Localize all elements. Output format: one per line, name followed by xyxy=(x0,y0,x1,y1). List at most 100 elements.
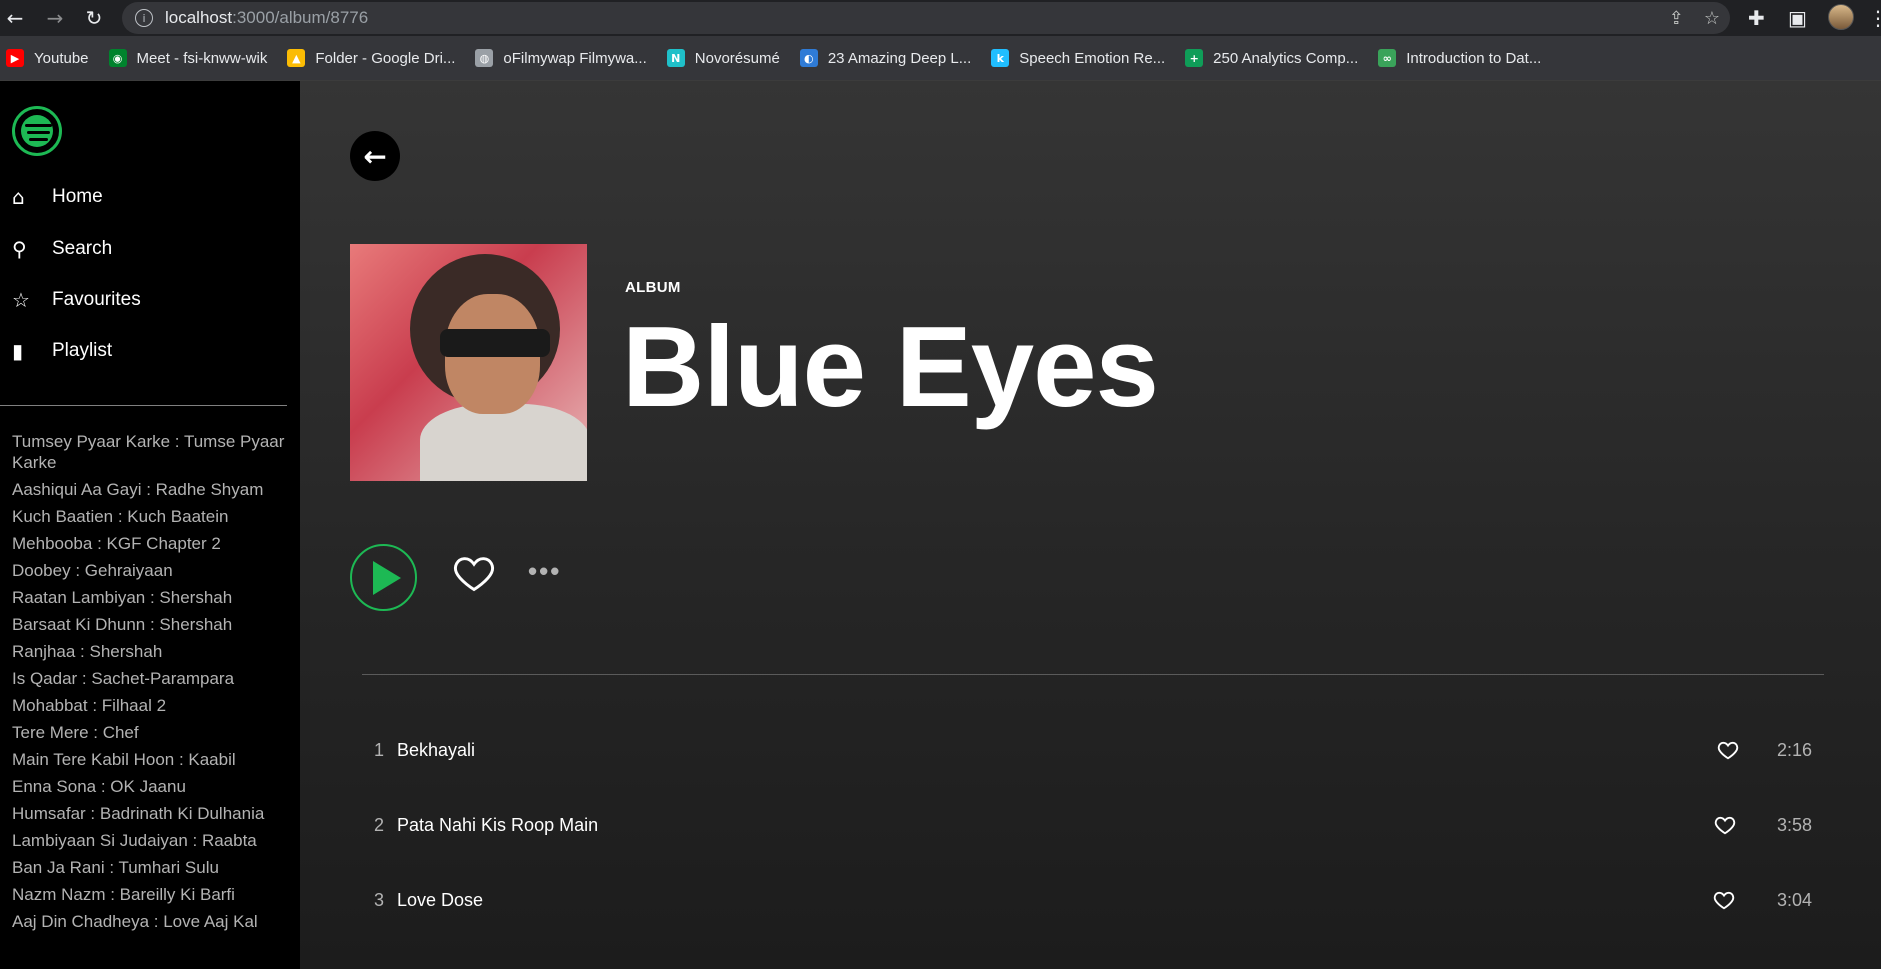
edge-icon: ◐ xyxy=(799,49,818,67)
sidebar-item-favourites[interactable]: ☆ Favourites xyxy=(12,288,141,312)
sidebar-song-item[interactable]: Barsaat Ki Dhunn : Shershah xyxy=(12,614,290,635)
more-options-icon[interactable]: ••• xyxy=(528,556,561,587)
sidebar-item-label: Home xyxy=(52,186,103,207)
sidebar-song-item[interactable]: Aashiqui Aa Gayi : Radhe Shyam xyxy=(12,479,290,500)
track-number: 3 xyxy=(374,889,385,910)
bookmark-label: Meet - fsi-knww-wik xyxy=(136,49,268,67)
bookmark-item[interactable]: ◉ Meet - fsi-knww-wik xyxy=(108,49,268,67)
address-bar[interactable]: i localhost:3000/album/8776 ⇪ ☆ xyxy=(122,2,1730,34)
sidebar-song-item[interactable]: Main Tere Kabil Hoon : Kaabil xyxy=(12,749,290,770)
bookmark-item[interactable]: ◐ 23 Amazing Deep L... xyxy=(799,49,971,67)
sidebar-song-item[interactable]: Mehbooba : KGF Chapter 2 xyxy=(12,533,290,554)
bookmark-label: Folder - Google Dri... xyxy=(315,49,456,67)
track-row[interactable]: 1 Bekhayali 2:16 xyxy=(362,730,1824,770)
album-title: Blue Eyes xyxy=(622,304,1159,431)
meet-icon: ◉ xyxy=(108,49,127,67)
forward-arrow-icon[interactable]: → xyxy=(40,3,70,33)
bookmark-label: Speech Emotion Re... xyxy=(1019,49,1166,67)
analytics-icon: ∞ xyxy=(1378,49,1397,67)
sidebar-item-home[interactable]: ⌂ Home xyxy=(12,185,103,209)
sidebar-song-item[interactable]: Lambiyaan Si Judaiyan : Raabta xyxy=(12,830,290,851)
bookmark-label: Introduction to Dat... xyxy=(1406,49,1542,67)
sheets-icon: + xyxy=(1185,49,1204,67)
play-icon xyxy=(372,560,401,595)
sidebar-song-item[interactable]: Ranjhaa : Shershah xyxy=(12,641,290,662)
bookmark-item[interactable]: ▶ Youtube xyxy=(6,49,89,67)
share-icon[interactable]: ⇪ xyxy=(1669,8,1684,29)
track-heart-icon[interactable] xyxy=(1714,814,1736,836)
search-icon: ⚲ xyxy=(12,237,27,261)
url-path: :3000/album/8776 xyxy=(232,8,369,27)
track-name: Pata Nahi Kis Roop Main xyxy=(397,814,599,835)
sidebar: ⌂ Home ⚲ Search ☆ Favourites ▮ Playlist Tumsey … xyxy=(0,81,300,969)
novoresume-icon: N xyxy=(666,49,685,67)
profile-avatar[interactable] xyxy=(1828,4,1854,30)
site-info-icon[interactable]: i xyxy=(135,9,153,27)
like-album-heart-icon[interactable] xyxy=(452,551,496,595)
back-button[interactable]: ← xyxy=(350,131,400,181)
album-type-label: ALBUM xyxy=(625,279,681,296)
sidebar-song-item[interactable]: Mohabbat : Filhaal 2 xyxy=(12,695,290,716)
bookmark-label: Youtube xyxy=(34,49,89,67)
tracklist-divider xyxy=(362,674,1824,675)
track-name: Love Dose xyxy=(397,889,484,910)
url-text[interactable]: localhost:3000/album/8776 xyxy=(165,8,368,28)
sidebar-item-label: Favourites xyxy=(52,289,141,310)
track-number: 2 xyxy=(374,814,385,835)
bookmark-star-icon[interactable]: ☆ xyxy=(1704,8,1720,29)
sidebar-item-label: Playlist xyxy=(52,340,113,361)
sidebar-song-item[interactable]: Aaj Din Chadheya : Love Aaj Kal xyxy=(12,911,290,932)
sidebar-divider xyxy=(0,405,287,406)
url-host: localhost xyxy=(165,8,233,27)
track-name: Bekhayali xyxy=(397,739,476,760)
sidebar-song-item[interactable]: Tere Mere : Chef xyxy=(12,722,290,743)
sidebar-song-item[interactable]: Nazm Nazm : Bareilly Ki Barfi xyxy=(12,884,290,905)
track-heart-icon[interactable] xyxy=(1717,739,1739,761)
sidebar-song-item[interactable]: Is Qadar : Sachet-Parampara xyxy=(12,668,290,689)
sidebar-song-item[interactable]: Humsafar : Badrinath Ki Dulhania xyxy=(12,803,290,824)
globe-icon: ◍ xyxy=(475,49,494,67)
drive-icon: ▲ xyxy=(287,49,306,67)
track-row[interactable]: 2 Pata Nahi Kis Roop Main 3:58 xyxy=(362,805,1824,845)
play-button[interactable] xyxy=(350,544,417,611)
book-icon: ▮ xyxy=(12,339,24,363)
bookmark-label: 250 Analytics Comp... xyxy=(1213,49,1359,67)
back-arrow-icon[interactable]: ← xyxy=(0,3,30,33)
youtube-icon: ▶ xyxy=(6,49,24,67)
reload-icon[interactable]: ↻ xyxy=(79,3,109,33)
sidebar-song-item[interactable]: Enna Sona : OK Jaanu xyxy=(12,776,290,797)
menu-kebab-icon[interactable]: ⋮ xyxy=(1868,6,1881,30)
sidebar-song-item[interactable]: Kuch Baatien : Kuch Baatein xyxy=(12,506,290,527)
bookmarks-bar: ▶ Youtube ◉ Meet - fsi-knww-wik ▲ Folder - Go… xyxy=(0,36,1881,81)
sidebar-song-item[interactable]: Tumsey Pyaar Karke : Tumse Pyaar Karke xyxy=(12,431,290,473)
album-view: ← ALBUM Blue Eyes ••• 1 Bekhayali 2:16 2 Pat… xyxy=(300,81,1881,969)
bookmark-item[interactable]: ∞ Introduction to Dat... xyxy=(1378,49,1541,67)
sidebar-item-search[interactable]: ⚲ Search xyxy=(12,237,112,261)
bookmark-item[interactable]: ◍ oFilmywap Filmywa... xyxy=(475,49,647,67)
side-panel-icon[interactable]: ▣ xyxy=(1788,6,1807,30)
track-heart-icon[interactable] xyxy=(1713,889,1735,911)
sidebar-song-item[interactable]: Doobey : Gehraiyaan xyxy=(12,560,290,581)
sidebar-song-item[interactable]: Raatan Lambiyan : Shershah xyxy=(12,587,290,608)
bookmark-item[interactable]: N Novorésumé xyxy=(666,49,780,67)
album-cover xyxy=(350,244,587,481)
sidebar-item-playlist[interactable]: ▮ Playlist xyxy=(12,339,112,363)
browser-toolbar: ← → ↻ i localhost:3000/album/8776 ⇪ ☆ ✚ … xyxy=(0,0,1881,36)
sidebar-song-item[interactable]: Ban Ja Rani : Tumhari Sulu xyxy=(12,857,290,878)
bookmark-item[interactable]: ▲ Folder - Google Dri... xyxy=(287,49,455,67)
track-duration: 3:04 xyxy=(1776,889,1812,910)
star-icon: ☆ xyxy=(12,288,30,312)
arrow-left-icon: ← xyxy=(363,139,387,173)
sidebar-item-label: Search xyxy=(52,238,113,259)
bookmark-item[interactable]: +250 Analytics Comp... xyxy=(1185,49,1358,67)
home-icon: ⌂ xyxy=(12,185,25,209)
bookmark-item[interactable]: k Speech Emotion Re... xyxy=(991,49,1165,67)
spotify-logo-icon[interactable] xyxy=(12,106,62,156)
bookmark-label: Novorésumé xyxy=(694,49,780,67)
extensions-icon[interactable]: ✚ xyxy=(1748,6,1765,30)
track-row[interactable]: 3 Love Dose 3:04 xyxy=(362,880,1824,920)
track-duration: 3:58 xyxy=(1776,814,1812,835)
track-duration: 2:16 xyxy=(1776,739,1812,760)
sidebar-song-list: Tumsey Pyaar Karke : Tumse Pyaar Karke Aa… xyxy=(12,431,290,938)
bookmark-label: oFilmywap Filmywa... xyxy=(503,49,647,67)
